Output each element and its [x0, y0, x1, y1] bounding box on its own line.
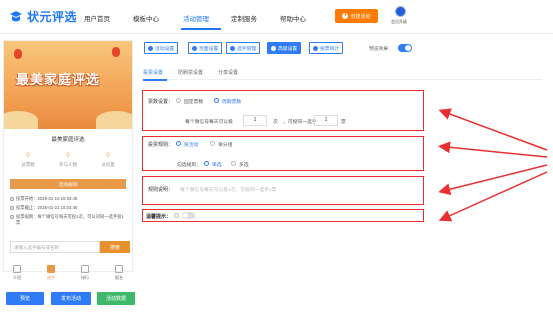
nav-templates[interactable]: 模板中心 — [133, 13, 159, 23]
fixed-votes-label: 固定票数 — [184, 100, 204, 105]
advanced-icon — [271, 45, 276, 51]
per-day-prefix: 每个微信号每天可以投 — [185, 120, 233, 125]
search-button[interactable]: 搜索 — [100, 241, 130, 253]
member-badge-icon — [394, 6, 406, 17]
home-icon — [13, 265, 21, 273]
info-rule: 投票规则：每个微信号每天可投1次，可以对同一选手投1票 — [10, 214, 128, 226]
lantern-icon — [112, 47, 120, 57]
cloud-decoration — [4, 111, 38, 129]
brand-name: 状元评选 — [27, 10, 78, 24]
vote-count-panel: 票数设置： 固定票数 周期票数 每个微信号每天可以投 1 次 ，可投同一选手 1… — [142, 90, 424, 131]
create-activity-button[interactable]: + 创建活动 — [335, 9, 378, 23]
create-activity-label: 创建活动 — [350, 13, 371, 20]
cloud-decoration — [96, 111, 132, 129]
rule-desc-textarea[interactable]: 每个微信号每天可以投1次，可投同一选手1票 — [177, 183, 417, 203]
tab-anti-fraud[interactable]: 防刷票设置 — [178, 69, 203, 76]
preview-bottom-nav: 介绍 选手 排行 报名 — [0, 265, 136, 283]
rule-desc-label: 规则说明： — [148, 187, 174, 193]
radio-single-group[interactable] — [210, 141, 215, 146]
warm-tip-toggle[interactable] — [182, 212, 195, 219]
annotation-arrows — [438, 108, 548, 222]
plus-icon: + — [342, 13, 349, 19]
brand-logo[interactable]: 状元评选 — [8, 8, 77, 25]
tab-share[interactable]: 分享设置 — [218, 69, 238, 76]
nav-activity-manage[interactable]: 活动管理 — [183, 13, 209, 23]
stats-icon — [313, 45, 318, 51]
info-end: 投票截止：2025-01-22 15:03:45 — [10, 205, 77, 211]
bottom-nav-signup[interactable]: 报名 — [102, 265, 136, 283]
top-bar: 状元评选 用户首页 模板中心 活动管理 定制服务 帮助中心 + 创建活动 会员升… — [0, 0, 553, 34]
form-icon — [115, 265, 123, 273]
nav-active-underline — [181, 28, 221, 30]
vote-rule-panel: 投票规则： 投活动 单分组 勾选规则： 单选 多选 — [142, 136, 424, 171]
cycle-votes-label: 周期票数 — [222, 100, 242, 105]
publish-button[interactable]: 发布活动 — [51, 292, 91, 305]
warm-tip-panel: 温馨提示： — [142, 209, 424, 222]
rule-desc-panel: 规则说明： 每个微信号每天可以投1次，可投同一选手1票 — [142, 176, 424, 205]
settings-tabs: 投票设置 防刷票设置 分享设置 — [142, 66, 542, 80]
help-icon[interactable] — [174, 213, 179, 218]
tool-activity-settings[interactable]: 活动设置 — [144, 42, 179, 54]
bottom-nav-players[interactable]: 选手 — [34, 265, 68, 283]
preview-effect-toggle[interactable] — [398, 44, 412, 52]
stat-total-votes: 0 总票数 — [21, 153, 35, 167]
vote-count-label: 票数设置： — [148, 99, 174, 105]
member-upgrade-label: 会员升级 — [391, 19, 407, 24]
single-choice-label: 单选 — [212, 163, 222, 168]
nav-custom-service[interactable]: 定制服务 — [231, 13, 257, 23]
activity-stats: 0 总票数 0 参与人数 0 访问量 — [10, 153, 126, 168]
votes-per-day-input[interactable]: 1 — [243, 115, 267, 126]
single-group-label: 单分组 — [218, 143, 233, 148]
logo-icon — [8, 10, 24, 24]
users-icon — [230, 45, 235, 51]
tab-active-underline — [143, 79, 167, 81]
bottom-nav-intro[interactable]: 介绍 — [0, 265, 34, 283]
banner-title: 最美家庭评选 — [16, 72, 101, 87]
radio-single-choice[interactable] — [204, 161, 209, 166]
same-player-label: ，可投同一选手 — [283, 120, 317, 125]
votes-per-player-input[interactable]: 1 — [314, 115, 338, 126]
tool-advanced-settings[interactable]: 高级设置 — [267, 42, 302, 54]
tab-vote-settings[interactable]: 投票设置 — [143, 69, 163, 76]
tool-player-manage[interactable]: 选手管理 — [226, 42, 261, 54]
nav-home[interactable]: 用户首页 — [84, 13, 110, 23]
lantern-icon — [14, 49, 22, 59]
chart-icon — [81, 265, 89, 273]
radio-vote-activity[interactable] — [176, 141, 181, 146]
mobile-preview: 最美家庭评选 最美家庭评选 0 总票数 0 参与人数 0 访问量 活动规则 投票开始：… — [3, 40, 133, 272]
bottom-nav-ranking[interactable]: 排行 — [68, 265, 102, 283]
activity-rules-button[interactable]: 活动规则 — [10, 179, 126, 189]
vote-activity-label: 投活动 — [184, 143, 199, 148]
preview-effect-label: 预览效果 — [369, 47, 389, 52]
player-search-input[interactable]: 请输入选手编号或名称 — [10, 241, 100, 253]
member-upgrade[interactable]: 会员升级 — [391, 6, 409, 30]
warm-tip-label: 温馨提示： — [146, 214, 172, 220]
radio-multi-choice[interactable] — [231, 161, 236, 166]
radio-cycle-votes[interactable] — [214, 98, 219, 103]
vote-rule-label: 投票规则： — [148, 142, 174, 148]
page-icon — [192, 45, 197, 51]
clock-icon — [10, 206, 14, 210]
activity-data-button[interactable]: 活动数据 — [97, 292, 135, 305]
tool-page-settings[interactable]: 页面设置 — [188, 42, 223, 54]
stat-visits: 0 访问量 — [101, 153, 115, 167]
gear-icon — [148, 45, 153, 51]
activity-name: 最美家庭评选 — [51, 137, 85, 143]
check-rule-label: 勾选规则： — [177, 163, 201, 168]
info-start: 投票开始：2025-01-16 15:03:45 — [10, 196, 77, 202]
radio-fixed-votes[interactable] — [176, 98, 181, 103]
multi-choice-label: 多选 — [239, 163, 249, 168]
preview-button[interactable]: 预览 — [6, 292, 44, 305]
nav-help[interactable]: 帮助中心 — [280, 13, 306, 23]
stat-participants: 0 参与人数 — [59, 153, 77, 167]
votes-per-player-unit: 票 — [341, 120, 346, 125]
clock-icon — [10, 197, 14, 201]
info-icon — [10, 215, 14, 219]
user-icon — [47, 265, 55, 273]
activity-banner: 最美家庭评选 — [4, 41, 132, 129]
votes-per-day-unit: 次 — [273, 120, 278, 125]
tool-vote-stats[interactable]: 投票统计 — [309, 42, 344, 54]
